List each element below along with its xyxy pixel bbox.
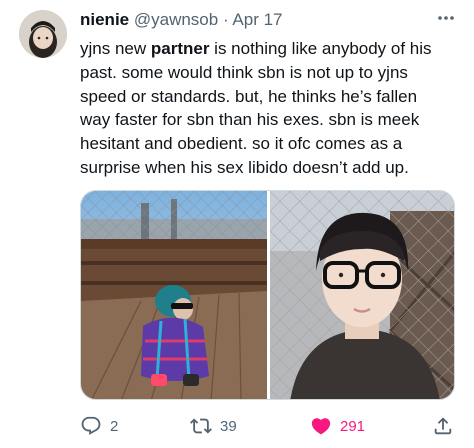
reply-count: 2 [110,417,119,435]
text-line-5: hesitant and obedient. so it ofc comes a… [80,134,403,154]
photo-bridge-crouching[interactable] [81,191,267,399]
text-line-6: surprise when his sex libido doesn’t add… [80,157,409,177]
tweet-header: nienie @yawnsob · Apr 17 [80,10,283,30]
text-line-4: way faster for sbn than his exes. sbn is… [80,110,420,130]
tweet-text: yjns new partner is nothing like anybody… [80,37,460,180]
text-line-2: past. some would think sbn is not up to … [80,62,408,82]
author-name[interactable]: nienie [80,10,129,29]
separator-dot: · [222,10,229,29]
like-count: 291 [340,417,366,435]
share-icon [434,417,452,435]
share-button[interactable] [432,414,454,438]
media-grid [80,190,455,400]
tweet-date[interactable]: Apr 17 [232,10,282,29]
retweet-icon [190,418,212,434]
retweet-count: 39 [220,417,237,435]
heart-icon [311,418,331,435]
bold-word: partner [150,39,210,58]
retweet-button[interactable]: 39 [190,414,237,438]
action-bar: 2 39 291 [80,414,455,438]
text-line-3: speed or standards. but, he thinks he’s … [80,86,418,106]
reply-icon [81,416,101,435]
reply-button[interactable]: 2 [80,414,118,438]
text-line-1: yjns new partner is nothing like anybody… [80,39,432,58]
author-handle[interactable]: @yawnsob [134,10,218,29]
like-button[interactable]: 291 [310,414,365,438]
avatar[interactable] [19,10,67,58]
avatar-image [19,10,67,58]
photo-selfie-glasses[interactable] [270,191,454,399]
more-icon[interactable] [436,8,456,28]
